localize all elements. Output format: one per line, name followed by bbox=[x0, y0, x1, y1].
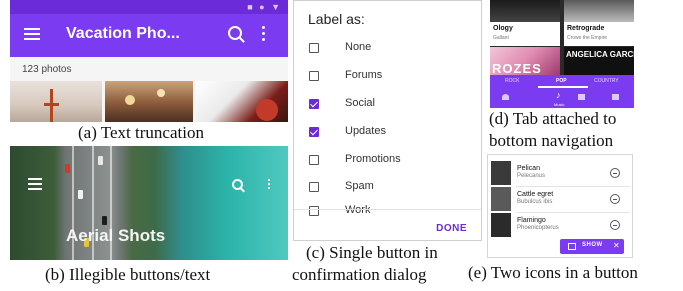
heart-icon[interactable] bbox=[502, 94, 509, 100]
option-label: Promotions bbox=[345, 153, 401, 165]
image-title: Aerial Shots bbox=[66, 226, 166, 245]
caption-d-line1: (d) Tab attached to bbox=[489, 109, 617, 128]
bird-image bbox=[491, 213, 511, 237]
bird-image bbox=[491, 161, 511, 185]
photo-thumbnail[interactable] bbox=[196, 81, 288, 122]
option-label: Work bbox=[345, 204, 371, 216]
album-art[interactable] bbox=[490, 0, 560, 22]
option-label: Updates bbox=[345, 125, 386, 137]
album-art-text: ANGELICA GARCIA bbox=[566, 50, 634, 59]
remove-circle-icon[interactable] bbox=[610, 168, 620, 178]
more-vert-icon[interactable] bbox=[262, 26, 265, 44]
checkbox[interactable] bbox=[309, 155, 319, 165]
tab-indicator bbox=[538, 86, 588, 88]
remove-circle-icon[interactable] bbox=[610, 194, 620, 204]
label-option-spam[interactable]: Spam bbox=[294, 178, 481, 198]
panel-d-screenshot: Ology Gallant Retrograde Crown the Empir… bbox=[490, 0, 634, 108]
panel-a-screenshot: ■ ● ▼ Vacation Pho... 123 photos bbox=[10, 0, 288, 122]
caption-a: (a) Text truncation bbox=[78, 123, 204, 142]
more-vert-icon[interactable] bbox=[268, 179, 270, 191]
caption-b: (b) Illegible buttons/text bbox=[45, 265, 211, 284]
caption-c-line1: (c) Single button in bbox=[306, 243, 438, 262]
bird-image bbox=[491, 187, 511, 211]
caption-d-line2: bottom navigation bbox=[489, 131, 614, 150]
list-item[interactable]: Pelican Pelecanus bbox=[488, 160, 632, 186]
music-note-icon[interactable]: ♪ bbox=[556, 90, 561, 100]
tab-pop[interactable]: POP bbox=[556, 78, 567, 84]
show-button-label: SHOW bbox=[582, 242, 603, 248]
tab-country[interactable]: COUNTRY bbox=[594, 78, 619, 84]
checkbox-checked[interactable] bbox=[309, 127, 319, 137]
panel-b-screenshot: Aerial Shots bbox=[10, 146, 288, 260]
album-card[interactable]: Ology Gallant bbox=[490, 22, 560, 46]
close-icon: ✕ bbox=[613, 241, 620, 250]
label-option-promotions[interactable]: Promotions bbox=[294, 151, 481, 171]
bottom-tab-bar: ROCK POP COUNTRY ♪ Music bbox=[490, 75, 634, 108]
open-in-new-icon bbox=[568, 243, 576, 250]
album-artist: Crown the Empire bbox=[567, 35, 608, 41]
menu-icon[interactable] bbox=[24, 28, 40, 40]
checkbox[interactable] bbox=[309, 71, 319, 81]
bird-scientific-name: Pelecanus bbox=[517, 173, 546, 179]
tab-rock[interactable]: ROCK bbox=[505, 78, 519, 84]
menu-icon[interactable] bbox=[28, 178, 42, 193]
label-option-none[interactable]: None bbox=[294, 39, 481, 59]
label-option-social[interactable]: Social bbox=[294, 95, 481, 115]
photo-thumbnail[interactable] bbox=[105, 81, 193, 122]
option-label: Forums bbox=[345, 69, 383, 81]
label-option-forums[interactable]: Forums bbox=[294, 67, 481, 87]
panel-e-screenshot: Pelican Pelecanus Cattle egret Bubulcus … bbox=[487, 154, 633, 258]
option-label: Social bbox=[345, 97, 375, 109]
album-art[interactable]: ANGELICA GARCIA bbox=[564, 47, 634, 75]
label-option-work[interactable]: Work bbox=[294, 202, 481, 222]
option-label: None bbox=[345, 41, 372, 53]
bird-name: Pelican bbox=[517, 165, 540, 172]
label-option-updates[interactable]: Updates bbox=[294, 123, 481, 143]
checkbox[interactable] bbox=[309, 43, 319, 53]
photo-thumbnail[interactable] bbox=[10, 81, 102, 122]
caption-e: (e) Two icons in a button bbox=[468, 263, 638, 282]
list-item[interactable]: Flamingo Phoenicopterus bbox=[488, 212, 632, 238]
dialog-title: Label as: bbox=[308, 11, 365, 27]
app-bar-title: Vacation Pho... bbox=[66, 25, 180, 42]
show-button[interactable]: SHOW ✕ bbox=[560, 239, 624, 254]
bird-scientific-name: Bubulcus ibis bbox=[517, 199, 553, 205]
photo-count: 123 photos bbox=[22, 64, 72, 75]
bird-name: Cattle egret bbox=[517, 191, 554, 198]
panel-c-dialog: Label as: None Forums Social Updates Pro… bbox=[293, 0, 482, 241]
done-button[interactable]: DONE bbox=[436, 223, 467, 234]
search-icon[interactable] bbox=[228, 26, 242, 40]
app-bar: Vacation Pho... bbox=[10, 14, 288, 57]
checkbox[interactable] bbox=[309, 206, 319, 216]
album-artist: Gallant bbox=[493, 35, 509, 41]
bird-name: Flamingo bbox=[517, 217, 546, 224]
album-name: Retrograde bbox=[567, 25, 605, 32]
video-icon[interactable] bbox=[578, 94, 585, 100]
album-art[interactable]: ROZES bbox=[490, 47, 560, 76]
bird-scientific-name: Phoenicopterus bbox=[517, 225, 559, 231]
album-art[interactable] bbox=[564, 0, 634, 22]
caption-c-line2: confirmation dialog bbox=[292, 265, 427, 284]
option-label: Spam bbox=[345, 180, 374, 192]
checkbox[interactable] bbox=[309, 182, 319, 192]
remove-circle-icon[interactable] bbox=[610, 220, 620, 230]
status-icons: ■ ● ▼ bbox=[247, 2, 282, 12]
album-card[interactable]: Retrograde Crown the Empire bbox=[564, 22, 634, 46]
checkbox-checked[interactable] bbox=[309, 99, 319, 109]
photo-icon[interactable] bbox=[612, 94, 619, 100]
status-bar: ■ ● ▼ bbox=[10, 0, 288, 14]
search-icon[interactable] bbox=[232, 179, 243, 190]
list-item[interactable]: Cattle egret Bubulcus ibis bbox=[488, 186, 632, 212]
album-name: Ology bbox=[493, 25, 513, 32]
dialog-divider bbox=[294, 209, 481, 210]
nav-label-music: Music bbox=[554, 102, 565, 107]
